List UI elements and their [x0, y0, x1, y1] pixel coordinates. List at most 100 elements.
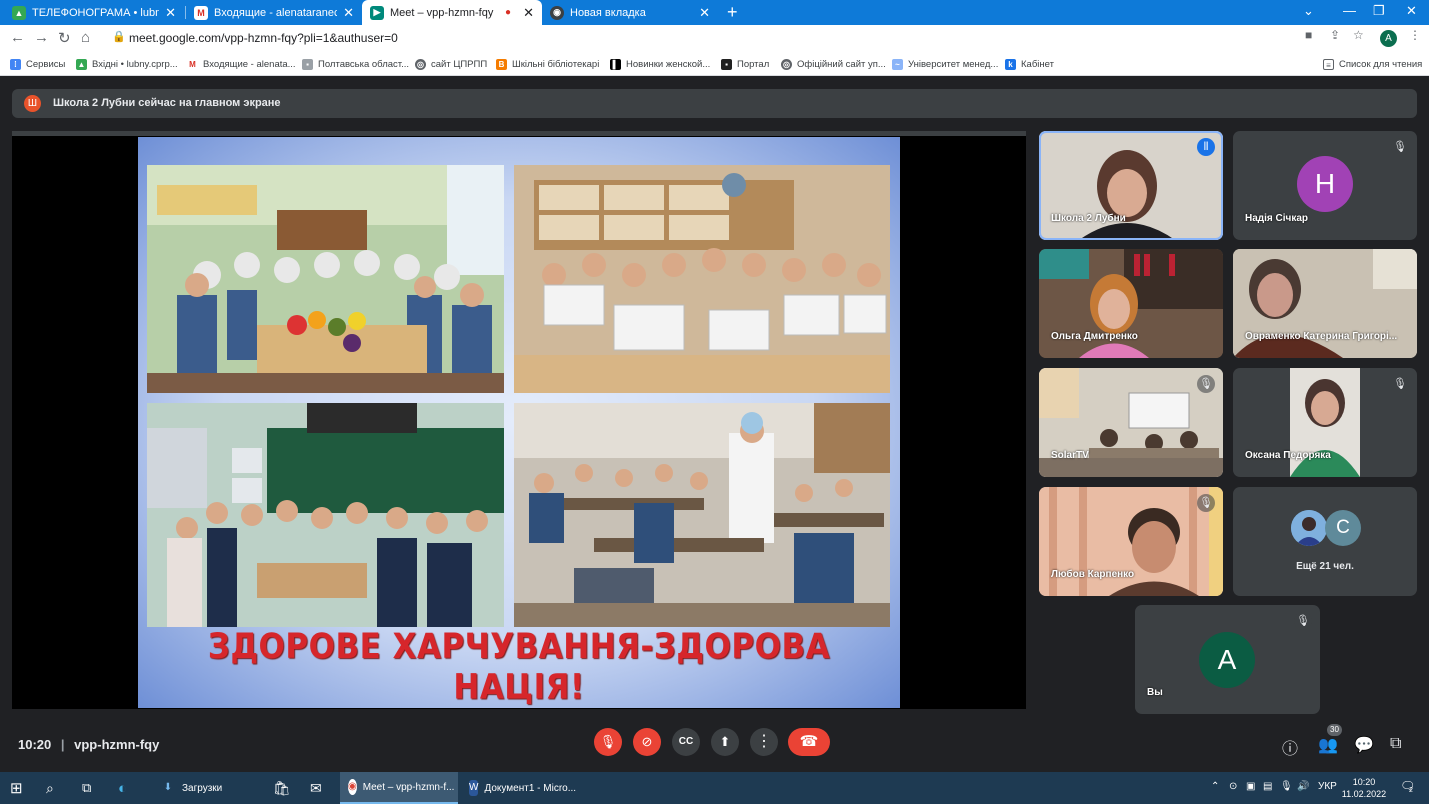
tray-app-icon-3[interactable]: ▤ [1263, 781, 1272, 792]
tab-inbox[interactable]: M Входящие - alenataranec2019@ ✕ [186, 0, 362, 25]
self-tile[interactable]: A 🎙 Вы [1135, 605, 1320, 714]
restore-button[interactable]: ❐ [1373, 3, 1385, 19]
reload-icon[interactable]: ↻ [58, 29, 71, 47]
task-view-icon: ⧉ [82, 780, 92, 795]
bookmark-librarians[interactable]: B Шкільні бібліотекарі [496, 57, 599, 71]
slide-caption: ЗДОРОВЕ ХАРЧУВАННЯ-ЗДОРОВА НАЦІЯ! [207, 626, 831, 708]
task-view-button[interactable]: ⧉ [82, 772, 91, 804]
volume-icon[interactable]: 🔊 [1297, 781, 1309, 792]
store-button[interactable]: 🛍 [273, 772, 291, 804]
menu-kebab-icon[interactable]: ⋮ [1409, 28, 1421, 42]
leave-call-button[interactable]: ☎ [788, 728, 830, 756]
more-options-button[interactable]: ⋮ [750, 728, 778, 756]
tab-search-icon[interactable]: ⌄ [1303, 3, 1314, 19]
close-window-button[interactable]: ✕ [1406, 3, 1417, 19]
apps-grid-icon: ⁞ [10, 58, 21, 70]
more-participants-tile[interactable]: С Ещё 21 чел. [1233, 487, 1417, 596]
captions-icon: CC [678, 736, 694, 747]
participant-tile-school[interactable]: ⦀ Школа 2 Лубни [1039, 131, 1223, 240]
language-indicator[interactable]: УКР [1318, 781, 1337, 792]
bookmark-inbox-lubny[interactable]: ▲ Вхідні • lubny.cprp... [76, 57, 178, 71]
chrome-icon: ◉ [550, 5, 564, 20]
meeting-info: 10:20 | vpp-hzmn-fqy [18, 737, 159, 752]
windows-taskbar: ⊞ ⌕ ⧉ ◐ ⬇ Загрузки 🛍 ✉ ◉ Meet – vpp-hzmn… [0, 772, 1429, 804]
meeting-details-icon[interactable]: ⓘ [1282, 735, 1298, 759]
tray-app-icon-2[interactable]: ▣ [1246, 781, 1255, 792]
globe-icon: ◎ [781, 58, 792, 70]
tab-new[interactable]: ◉ Новая вкладка ✕ [542, 0, 718, 25]
mail-button[interactable]: ✉ [310, 772, 322, 804]
presenter-avatar: Ш [24, 95, 41, 112]
present-now-button[interactable]: ⬆ [711, 728, 739, 756]
minimize-button[interactable]: — [1343, 3, 1356, 18]
lock-icon[interactable]: 🔒 [112, 30, 126, 43]
address-bar[interactable]: 🔒 meet.google.com/vpp-hzmn-fqy?pli=1&aut… [104, 28, 1404, 49]
url-text[interactable]: meet.google.com/vpp-hzmn-fqy?pli=1&authu… [129, 31, 398, 45]
photo-classroom-fruit-image [147, 165, 504, 393]
bookmark-gmail[interactable]: M Входящие - alenata... [187, 57, 296, 71]
bookmark-star-icon[interactable]: ☆ [1353, 28, 1364, 42]
bookmark-cabinet[interactable]: k Кабінет [1005, 57, 1054, 71]
key-icon: k [1005, 58, 1016, 70]
photo-canteen [514, 403, 890, 627]
bookmark-portal[interactable]: ▪ Портал [721, 57, 769, 71]
mic-toggle-button[interactable]: 🎙 [594, 728, 622, 756]
participant-tile-olha[interactable]: Ольга Дмитренко [1039, 249, 1223, 358]
participant-tile-liubov[interactable]: 🎙 Любов Карпенко [1039, 487, 1223, 596]
bookmark-news[interactable]: ▌ Новинки женской... [610, 57, 710, 71]
back-arrow-icon[interactable]: ← [10, 29, 25, 46]
camera-toggle-button[interactable]: ⊘ [633, 728, 661, 756]
participant-tile-nadiia[interactable]: Н 🎙 Надія Січкар [1233, 131, 1417, 240]
taskbar-downloads[interactable]: ⬇ Загрузки [150, 772, 262, 804]
bookmark-official-site[interactable]: ◎ Офіційний сайт уп... [781, 57, 886, 71]
captions-button[interactable]: CC [672, 728, 700, 756]
close-tab-icon[interactable]: ✕ [165, 5, 176, 21]
new-tab-button[interactable]: + [727, 2, 738, 23]
bookmark-cprpp[interactable]: ◎ сайт ЦПРПП [415, 57, 487, 71]
taskbar-chrome-meet[interactable]: ◉ Meet – vpp-hzmn-f... [340, 772, 458, 804]
forward-arrow-icon[interactable]: → [34, 29, 49, 46]
tab-strip: ▲ ТЕЛЕФОНОГРАМА • lubny.cprpp ✕ M Входящ… [0, 0, 1429, 25]
close-tab-icon[interactable]: ✕ [343, 5, 354, 21]
tab-telefonograma[interactable]: ▲ ТЕЛЕФОНОГРАМА • lubny.cprpp ✕ [4, 0, 184, 25]
profile-avatar[interactable]: A [1380, 30, 1397, 47]
info-divider: | [60, 737, 65, 752]
chat-icon[interactable]: 💬 [1354, 735, 1374, 755]
participant-tile-ovramenko[interactable]: Овраменко Катерина Григорі... [1233, 249, 1417, 358]
photo-classroom-fruit [147, 165, 504, 393]
edge-button[interactable]: ◐ [118, 772, 127, 804]
meet-app: Ш Школа 2 Лубни сейчас на главном экране [0, 77, 1429, 772]
bookmark-poltava[interactable]: ▪ Полтавська област... [302, 57, 409, 71]
home-icon[interactable]: ⌂ [81, 29, 90, 46]
mic-off-icon: 🎙 [1391, 375, 1409, 393]
bookmark-services[interactable]: ⁞ Сервисы [10, 57, 65, 71]
start-button[interactable]: ⊞ [10, 772, 23, 804]
chrome-icon: ◉ [348, 779, 357, 795]
download-arrow-icon: ⬇ [163, 782, 173, 793]
participant-tile-solartv[interactable]: 🎙 SolarTV [1039, 368, 1223, 477]
tab-meet[interactable]: ▶ Meet – vpp-hzmn-fqy ● ✕ [362, 0, 542, 25]
tab-title: Входящие - alenataranec2019@ [214, 6, 338, 19]
edge-icon: ◐ [118, 779, 128, 797]
activities-icon[interactable]: ⧉ [1390, 735, 1401, 753]
show-hidden-icons[interactable]: ⌃ [1211, 781, 1219, 792]
presentation-stage[interactable]: ЗДОРОВЕ ХАРЧУВАННЯ-ЗДОРОВА НАЦІЯ! [12, 131, 1026, 709]
photo-green-board-image [147, 403, 504, 627]
system-clock[interactable]: 10:20 11.02.2022 [1340, 776, 1388, 800]
close-tab-icon[interactable]: ✕ [523, 5, 534, 21]
word-icon: W [469, 780, 479, 796]
participant-tile-oksana[interactable]: 🎙 Оксана Педоряка [1233, 368, 1417, 477]
microphone-tray-icon[interactable]: 🎙 [1280, 781, 1293, 792]
people-icon[interactable]: 👥 [1318, 735, 1338, 755]
meeting-code: vpp-hzmn-fqy [74, 737, 160, 752]
search-button[interactable]: ⌕ [46, 772, 54, 804]
participant-name: Надія Січкар [1245, 213, 1309, 224]
camera-in-use-icon[interactable]: ■ [1305, 28, 1312, 42]
bookmark-university[interactable]: ~ Університет менед... [892, 57, 998, 71]
taskbar-word[interactable]: W Документ1 - Micro... [461, 772, 579, 804]
tray-app-icon[interactable]: ⊙ [1229, 781, 1237, 792]
reading-list[interactable]: ≡ Список для чтения [1323, 57, 1422, 71]
tab-title: Новая вкладка [570, 6, 646, 19]
share-icon[interactable]: ⇪ [1330, 28, 1340, 42]
close-tab-icon[interactable]: ✕ [699, 5, 710, 21]
